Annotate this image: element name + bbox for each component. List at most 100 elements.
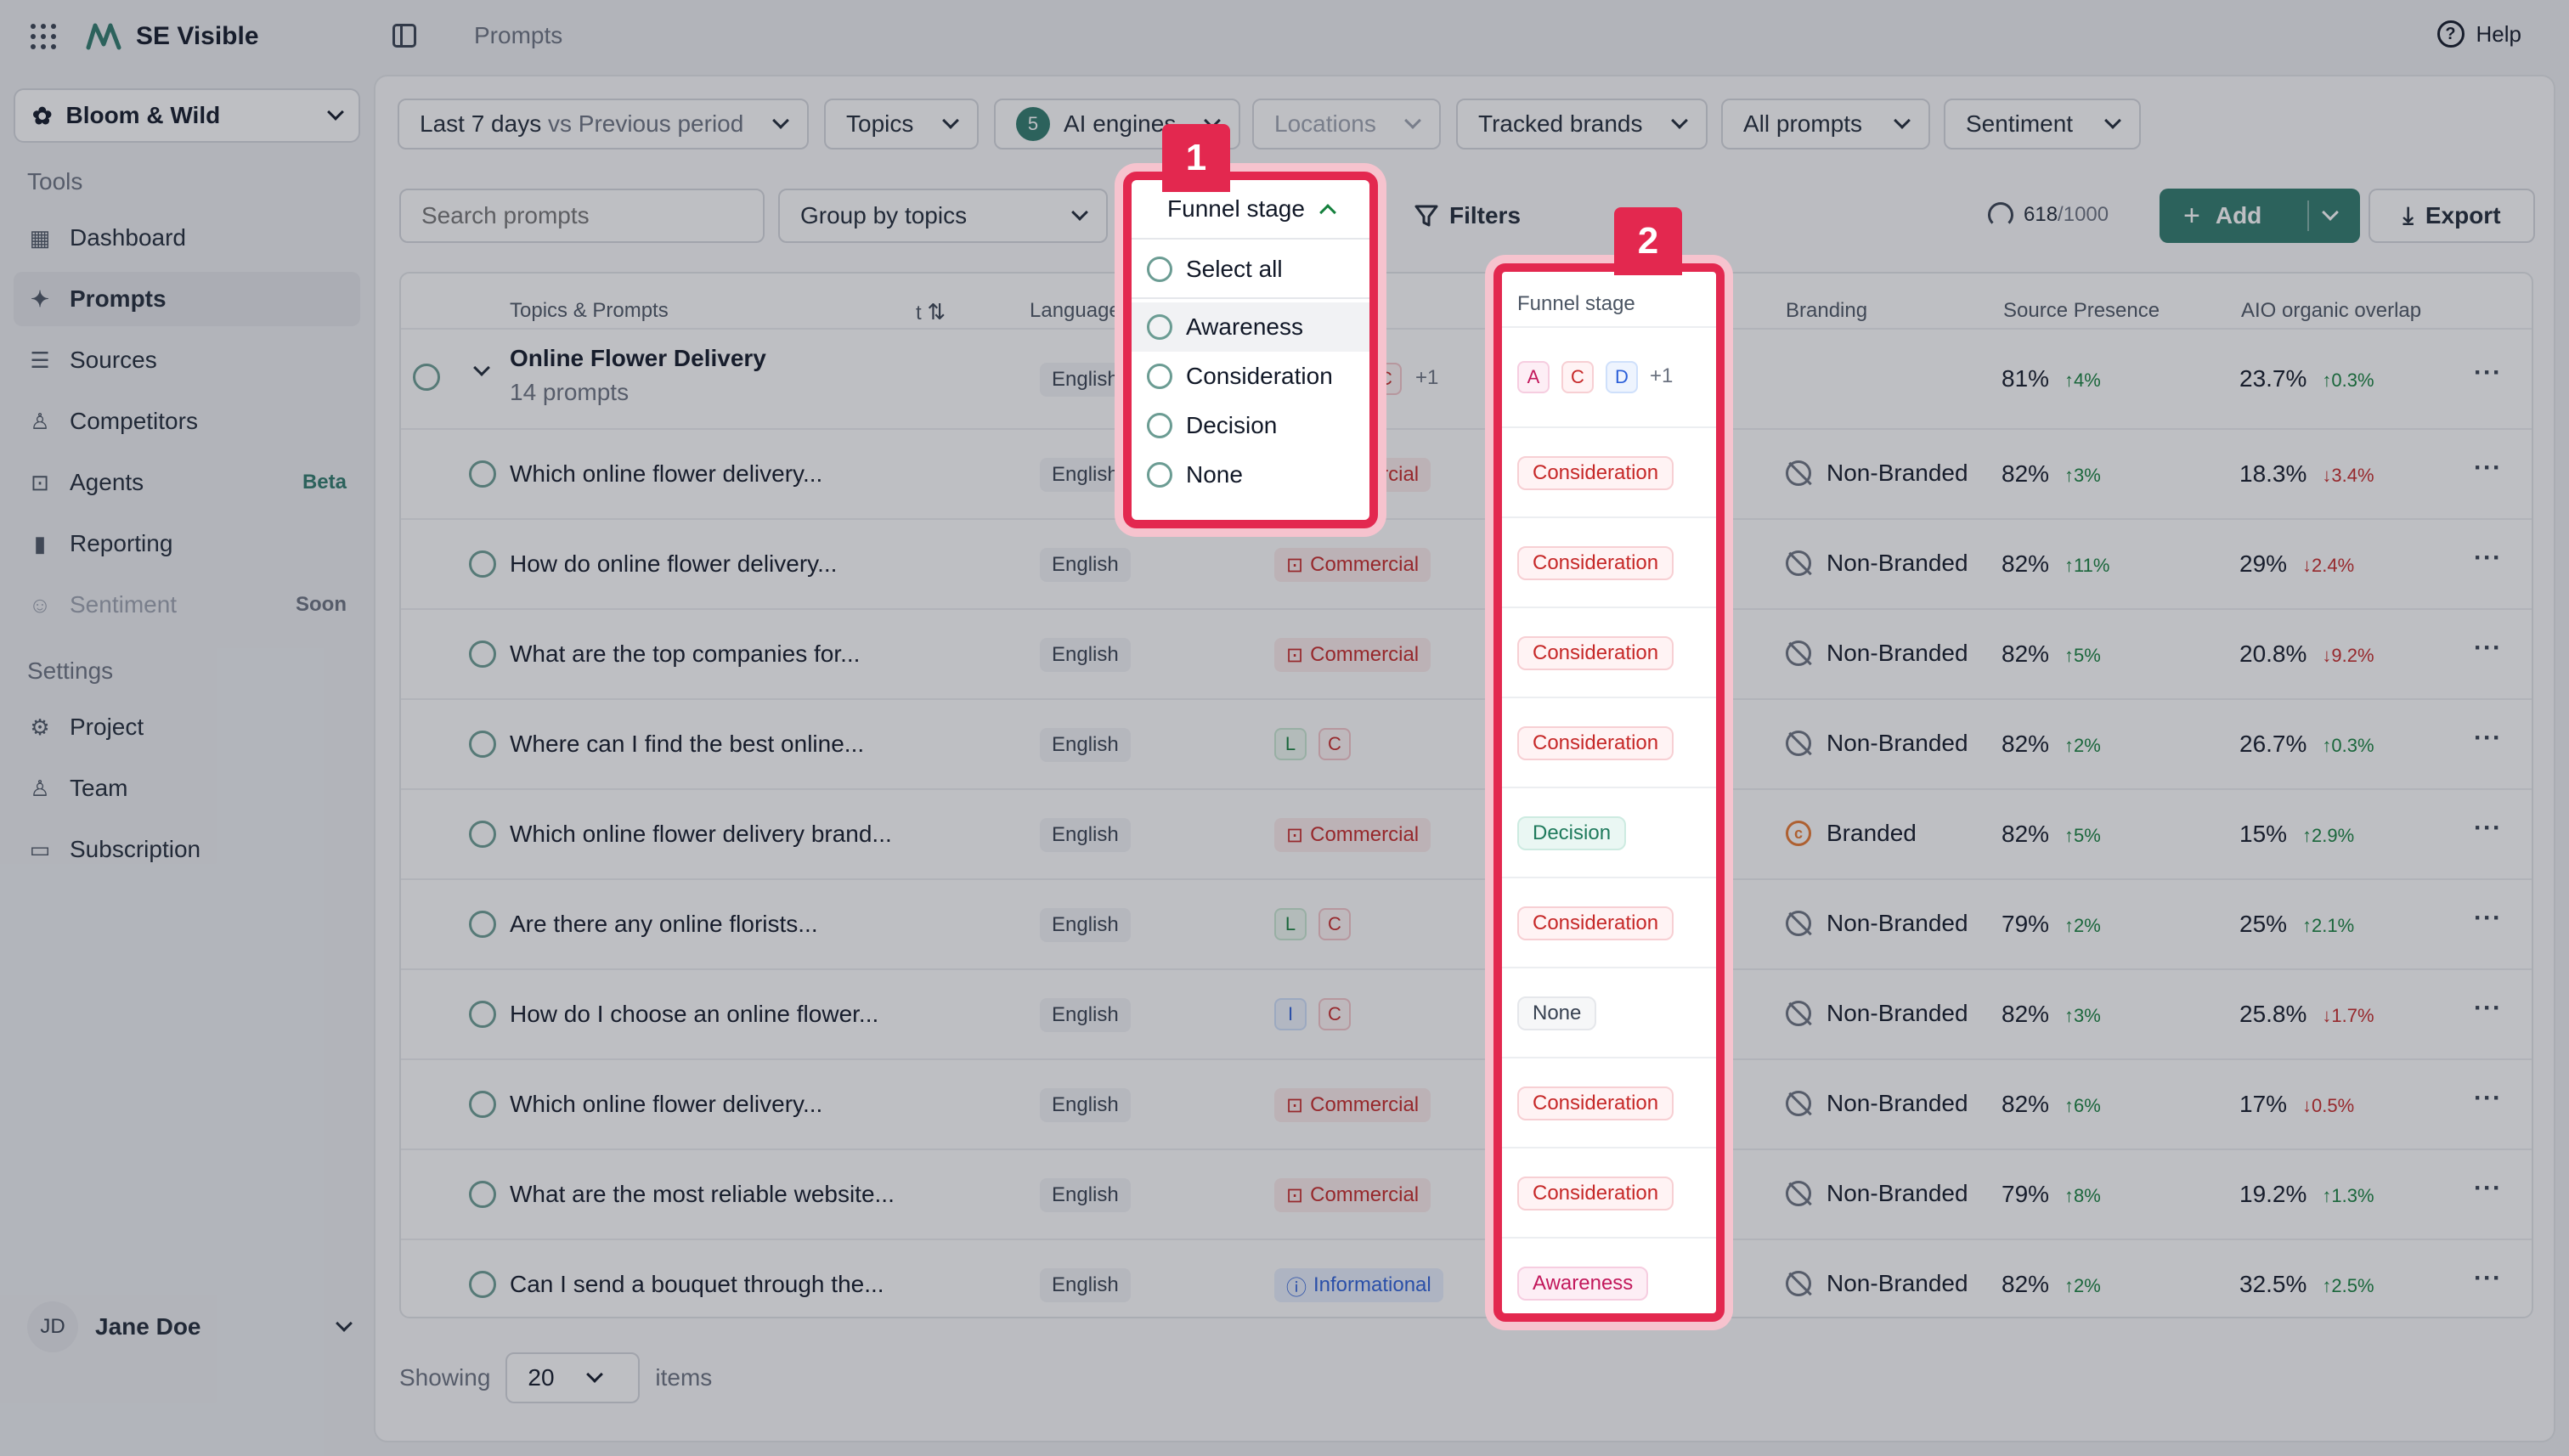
prompt-text[interactable]: Which online flower delivery brand... <box>510 821 892 848</box>
topics-label: Topics <box>846 110 914 137</box>
search-input[interactable] <box>399 189 765 243</box>
period-filter[interactable]: Last 7 days vs Previous period <box>398 99 809 150</box>
workspace-selector[interactable]: ✿ Bloom & Wild <box>14 88 360 143</box>
prompt-text[interactable]: What are the top companies for... <box>510 641 860 668</box>
table-row[interactable]: Which online flower delivery... English … <box>401 1058 2532 1148</box>
sidebar-item-reporting[interactable]: ▮ Reporting <box>14 516 360 571</box>
header-intent[interactable]: t ⇅ <box>916 299 946 325</box>
aio-overlap: 19.2% ↑1.3% <box>2239 1181 2374 1208</box>
more-icon[interactable]: ··· <box>2474 1264 2502 1293</box>
checkbox[interactable] <box>1147 257 1172 282</box>
branding-label: Non-Branded <box>1827 1090 1968 1116</box>
table-row[interactable]: How do online flower delivery... English… <box>401 518 2532 608</box>
chevron-down-icon[interactable] <box>2322 204 2339 221</box>
checkbox[interactable] <box>1147 462 1172 488</box>
more-icon[interactable]: ··· <box>2474 994 2502 1023</box>
help-icon: ? <box>2436 20 2465 48</box>
funnel-stage-label: Funnel stage <box>1167 195 1305 222</box>
topics-filter[interactable]: Topics <box>824 99 979 150</box>
source-delta: ↑11% <box>2064 555 2110 576</box>
group-row[interactable]: Online Flower Delivery 14 prompts Englis… <box>401 328 2532 428</box>
table-row[interactable]: How do I choose an online flower... Engl… <box>401 968 2532 1058</box>
showing-label: Showing <box>399 1364 491 1391</box>
eye-off-icon <box>1786 641 1811 666</box>
prompt-text[interactable]: Where can I find the best online... <box>510 731 864 758</box>
row-checkbox[interactable] <box>469 1091 496 1118</box>
chevron-down-icon[interactable] <box>473 359 490 376</box>
card-icon: ▭ <box>29 836 51 862</box>
tracked-brands-filter[interactable]: Tracked brands <box>1456 99 1708 150</box>
funnel-stage-badge: Awareness <box>1517 1267 1649 1301</box>
filters-button[interactable]: Filters <box>1414 190 1521 241</box>
row-checkbox[interactable] <box>469 821 496 848</box>
source-delta: ↑3% <box>2064 1005 2101 1026</box>
apps-grid-icon[interactable] <box>31 24 56 49</box>
option-consideration[interactable]: Consideration <box>1132 352 1369 401</box>
checkbox[interactable] <box>1147 364 1172 389</box>
row-checkbox[interactable] <box>469 1181 496 1208</box>
sidebar-item-competitors[interactable]: ♙ Competitors <box>14 394 360 449</box>
row-checkbox[interactable] <box>469 641 496 668</box>
sidebar-item-dashboard[interactable]: ▦ Dashboard <box>14 211 360 265</box>
row-checkbox[interactable] <box>469 731 496 758</box>
sidebar-item-sources[interactable]: ☰ Sources <box>14 333 360 387</box>
sidebar-toggle-icon[interactable] <box>392 24 416 48</box>
more-icon[interactable]: ··· <box>2474 904 2502 933</box>
branding-cell: Non-Branded <box>1786 550 1968 577</box>
row-checkbox[interactable] <box>469 911 496 938</box>
more-icon[interactable]: ··· <box>2474 1174 2502 1203</box>
sidebar-item-agents[interactable]: ⊡ Agents Beta <box>14 455 360 510</box>
funnel-cell: Consideration <box>1502 516 1716 607</box>
prompt-text[interactable]: Can I send a bouquet through the... <box>510 1271 884 1298</box>
option-none[interactable]: None <box>1132 450 1369 499</box>
row-checkbox[interactable] <box>469 1271 496 1298</box>
table-row[interactable]: Which online flower delivery brand... En… <box>401 788 2532 878</box>
prompt-text[interactable]: What are the most reliable website... <box>510 1181 895 1208</box>
checkbox[interactable] <box>1147 314 1172 340</box>
row-checkbox[interactable] <box>413 364 440 391</box>
table-row[interactable]: Which online flower delivery... English … <box>401 428 2532 518</box>
sidebar-item-team[interactable]: ♙ Team <box>14 761 360 815</box>
option-awareness[interactable]: Awareness <box>1132 302 1369 352</box>
funnel-stage-dropdown: Funnel stage Select all Awareness Consid… <box>1123 172 1378 528</box>
prompt-text[interactable]: How do I choose an online flower... <box>510 1001 878 1028</box>
sentiment-filter[interactable]: Sentiment <box>1944 99 2141 150</box>
prompt-text[interactable]: Which online flower delivery... <box>510 1091 822 1118</box>
export-button[interactable]: ⤓ Export <box>2369 189 2535 243</box>
sidebar-item-subscription[interactable]: ▭ Subscription <box>14 822 360 877</box>
select-all-option[interactable]: Select all <box>1132 245 1369 294</box>
table-row[interactable]: What are the top companies for... Englis… <box>401 608 2532 698</box>
user-menu[interactable]: JD Jane Doe <box>27 1300 353 1354</box>
table-row[interactable]: What are the most reliable website... En… <box>401 1148 2532 1239</box>
table-row[interactable]: Can I send a bouquet through the... Engl… <box>401 1239 2532 1317</box>
locations-filter[interactable]: Locations <box>1252 99 1441 150</box>
more-icon[interactable]: ··· <box>2474 724 2502 753</box>
sidebar-item-prompts[interactable]: ✦ Prompts <box>14 272 360 326</box>
prompt-text[interactable]: Which online flower delivery... <box>510 460 822 488</box>
add-button[interactable]: + Add <box>2160 189 2360 243</box>
header-topics: Topics & Prompts <box>510 299 669 322</box>
row-checkbox[interactable] <box>469 550 496 578</box>
help-button[interactable]: ? Help <box>2436 20 2521 48</box>
group-by-select[interactable]: Group by topics <box>778 189 1108 243</box>
more-icon[interactable]: ··· <box>2474 634 2502 663</box>
more-icon[interactable]: ··· <box>2474 454 2502 483</box>
option-label: Awareness <box>1186 313 1304 340</box>
prompt-text[interactable]: How do online flower delivery... <box>510 550 837 578</box>
sidebar-item-project[interactable]: ⚙ Project <box>14 700 360 754</box>
page-size-select[interactable]: 20 <box>505 1352 641 1403</box>
more-icon[interactable]: ··· <box>2474 814 2502 843</box>
option-decision[interactable]: Decision <box>1132 401 1369 450</box>
table-row[interactable]: Where can I find the best online... Engl… <box>401 698 2532 788</box>
more-icon[interactable]: ··· <box>2474 358 2502 387</box>
more-icon[interactable]: ··· <box>2474 544 2502 573</box>
checkbox[interactable] <box>1147 413 1172 438</box>
row-checkbox[interactable] <box>469 1001 496 1028</box>
more-icon[interactable]: ··· <box>2474 1084 2502 1113</box>
intent-tag: L <box>1274 908 1307 940</box>
row-checkbox[interactable] <box>469 460 496 488</box>
table-row[interactable]: Are there any online florists... English… <box>401 878 2532 968</box>
app-title: SE Visible <box>136 22 259 50</box>
all-prompts-filter[interactable]: All prompts <box>1721 99 1930 150</box>
prompt-text[interactable]: Are there any online florists... <box>510 911 818 938</box>
